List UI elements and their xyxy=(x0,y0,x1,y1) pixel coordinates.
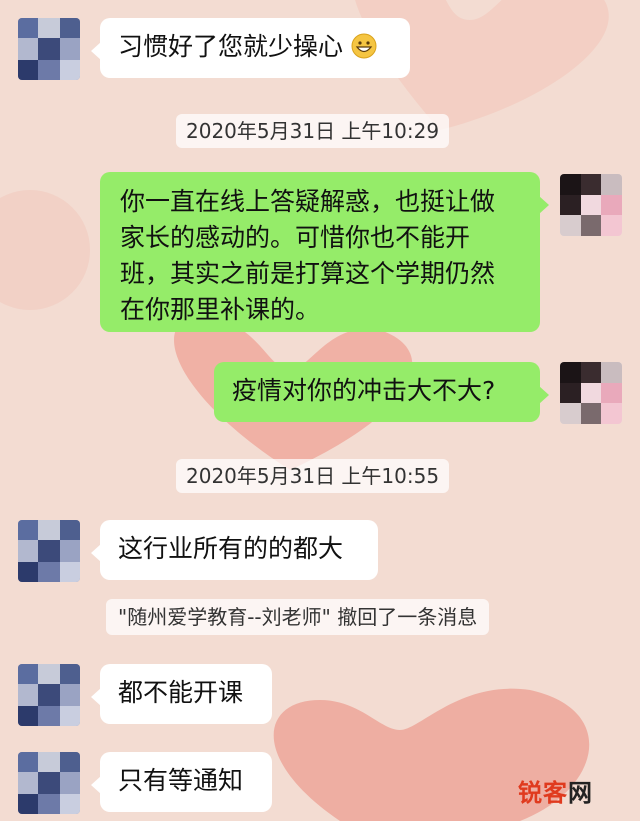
pixelated-avatar-image xyxy=(560,174,622,236)
message-text: 疫情对你的冲击大不大? xyxy=(232,376,496,405)
recall-notice: "随州爱学教育--刘老师" 撤回了一条消息 xyxy=(106,599,490,635)
pixelated-avatar-image xyxy=(18,752,80,814)
message-text-line: 班，其实之前是打算这个学期仍然 xyxy=(120,259,496,288)
avatar-outgoing[interactable] xyxy=(560,362,622,424)
avatar-outgoing[interactable] xyxy=(560,174,622,236)
pixelated-avatar-image xyxy=(560,362,622,424)
watermark-text: 锐客 xyxy=(518,779,568,807)
message-text-line: 你一直在线上答疑解惑，也挺让做 xyxy=(120,187,496,216)
message-text: 都不能开课 xyxy=(118,678,244,707)
message-bubble-incoming[interactable]: 习惯好了您就少操心 xyxy=(91,18,410,78)
avatar-incoming-1[interactable] xyxy=(18,752,80,814)
message-text: 只有等通知 xyxy=(118,766,244,795)
pixelated-avatar-image xyxy=(18,520,80,582)
message-bubble-incoming[interactable]: 这行业所有的的都大 xyxy=(91,520,378,580)
message-bubble-incoming[interactable]: 都不能开课 xyxy=(91,664,272,724)
grinning-face-emoji-icon xyxy=(351,33,377,59)
message-text: 习惯好了您就少操心 xyxy=(118,32,344,61)
message-text: 这行业所有的的都大 xyxy=(118,534,344,563)
pixelated-avatar-image xyxy=(18,18,80,80)
watermark-text-suffix: 网 xyxy=(568,779,593,807)
message-text-line: 在你那里补课的。 xyxy=(120,295,321,324)
timestamp: 2020年5月31日 上午10:29 xyxy=(176,114,450,148)
avatar-incoming-1[interactable] xyxy=(18,520,80,582)
message-text-line: 家长的感动的。可惜你也不能开 xyxy=(120,223,471,252)
message-bubble-outgoing[interactable]: 疫情对你的冲击大不大? xyxy=(214,362,549,422)
pixelated-avatar-image xyxy=(18,664,80,726)
avatar-incoming-1[interactable] xyxy=(18,664,80,726)
message-bubble-incoming[interactable]: 只有等通知 xyxy=(91,752,272,812)
timestamp: 2020年5月31日 上午10:55 xyxy=(176,459,450,493)
site-watermark: 锐客网 xyxy=(518,773,593,808)
message-bubble-outgoing[interactable]: 你一直在线上答疑解惑，也挺让做 家长的感动的。可惜你也不能开 班，其实之前是打算… xyxy=(100,172,549,332)
heart-shape-left xyxy=(0,190,90,310)
avatar-incoming-1[interactable] xyxy=(18,18,80,80)
